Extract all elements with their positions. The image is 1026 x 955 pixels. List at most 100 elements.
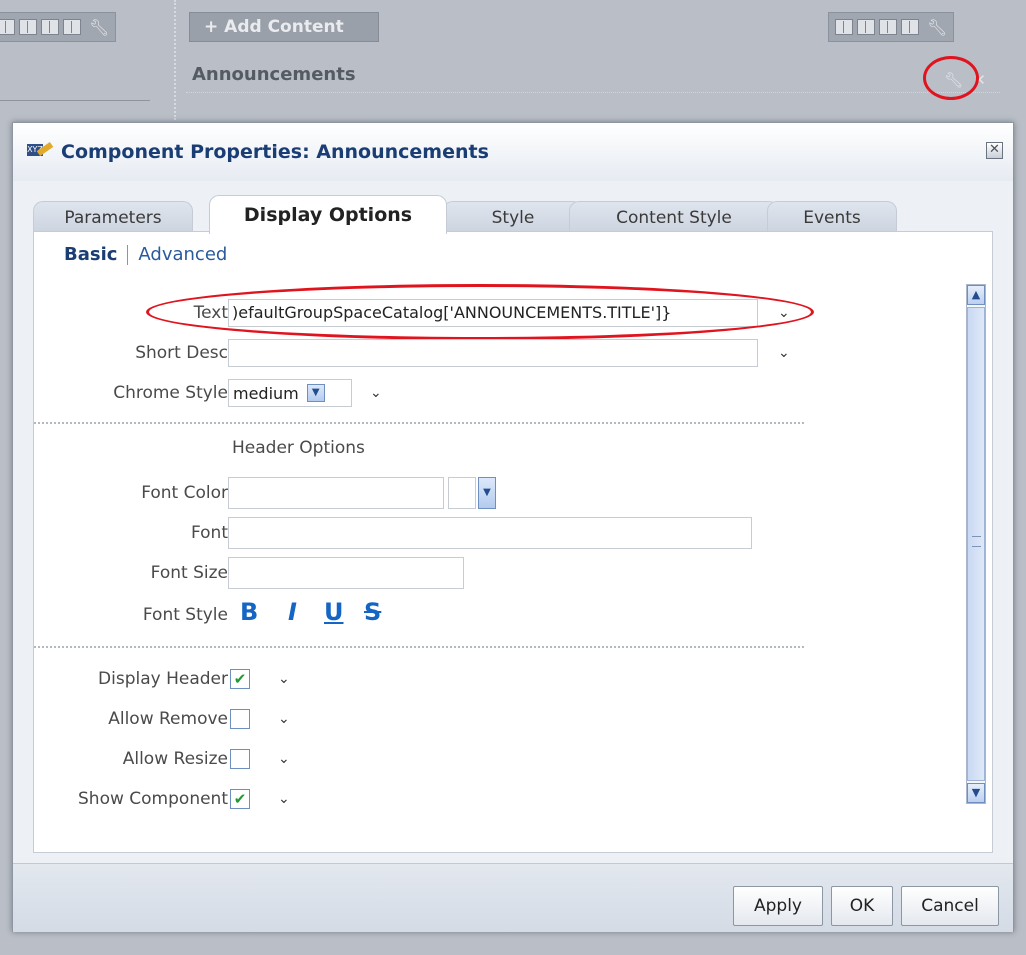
vertical-scrollbar[interactable]: ▲ ▼: [966, 284, 986, 804]
tab-style[interactable]: Style: [443, 201, 583, 233]
layout-three-column-icon[interactable]: [41, 19, 59, 35]
tab-events[interactable]: Events: [767, 201, 897, 233]
column-divider: [174, 0, 177, 120]
layout-one-column-icon[interactable]: [0, 19, 15, 35]
short-desc-input[interactable]: [228, 339, 758, 367]
font-style-label: Font Style: [142, 605, 228, 625]
layout-four-column-icon[interactable]: [901, 19, 919, 35]
chevron-down-icon[interactable]: ⌄: [278, 791, 290, 807]
show-component-label: Show Component: [78, 789, 228, 809]
font-color-dropdown-icon[interactable]: ▼: [478, 477, 496, 509]
font-color-row: Font Color ▼: [34, 477, 974, 509]
allow-resize-label: Allow Resize: [122, 749, 228, 769]
section-divider: [34, 422, 804, 424]
underline-button[interactable]: U: [324, 598, 344, 626]
chevron-down-icon[interactable]: ⌄: [278, 751, 290, 767]
font-color-swatch[interactable]: [448, 477, 476, 509]
font-color-label: Font Color: [141, 483, 228, 503]
component-properties-icon: XYZ: [27, 141, 54, 162]
scroll-up-icon[interactable]: ▲: [967, 285, 985, 305]
close-icon[interactable]: ✕: [973, 71, 986, 89]
tab-label: Style: [491, 207, 535, 228]
tab-parameters[interactable]: Parameters: [33, 201, 193, 233]
dropdown-arrow-icon[interactable]: ▼: [306, 384, 325, 402]
chrome-style-select[interactable]: medium ▼: [228, 379, 352, 407]
font-input[interactable]: [228, 517, 752, 549]
scroll-down-icon[interactable]: ▼: [967, 783, 985, 803]
ok-button[interactable]: OK: [831, 886, 893, 926]
tab-label: Display Options: [243, 204, 413, 226]
text-input[interactable]: )efaultGroupSpaceCatalog['ANNOUNCEMENTS.…: [228, 299, 758, 327]
add-content-label: + Add Content: [204, 17, 344, 37]
subtab-basic[interactable]: Basic: [64, 244, 117, 265]
font-size-label: Font Size: [150, 563, 228, 583]
panel-header-divider: [186, 92, 1000, 94]
layout-one-column-icon[interactable]: [835, 19, 853, 35]
add-content-button[interactable]: + Add Content: [189, 12, 379, 42]
allow-remove-checkbox[interactable]: [230, 709, 250, 729]
display-header-row: Display Header ✔ ⌄: [34, 664, 974, 694]
allow-resize-checkbox[interactable]: [230, 749, 250, 769]
chevron-down-icon[interactable]: ⌄: [778, 305, 790, 321]
font-color-input[interactable]: [228, 477, 444, 509]
chevron-down-icon[interactable]: ⌄: [278, 711, 290, 727]
layout-two-column-icon[interactable]: [19, 19, 37, 35]
wrench-icon[interactable]: 🔧︎: [927, 18, 947, 37]
text-label: Text: [193, 303, 228, 323]
bold-button[interactable]: B: [240, 598, 258, 626]
scrollbar-thumb[interactable]: [967, 307, 985, 781]
tab-display-options[interactable]: Display Options: [209, 195, 447, 234]
short-desc-label: Short Desc: [135, 343, 228, 363]
show-component-row: Show Component ✔ ⌄: [34, 784, 974, 814]
cancel-label: Cancel: [921, 896, 979, 916]
dialog-title: Component Properties: Announcements: [61, 141, 489, 163]
chevron-down-icon[interactable]: ⌄: [778, 345, 790, 361]
component-properties-dialog: XYZ Component Properties: Announcements …: [12, 122, 1014, 932]
allow-resize-row: Allow Resize ⌄: [34, 744, 974, 774]
grip-icon: [972, 536, 981, 547]
text-row: Text )efaultGroupSpaceCatalog['ANNOUNCEM…: [34, 298, 974, 328]
font-label: Font: [190, 523, 228, 543]
allow-remove-row: Allow Remove ⌄: [34, 704, 974, 734]
font-size-row: Font Size: [34, 557, 974, 589]
font-row: Font: [34, 517, 974, 549]
section-divider: [34, 646, 804, 648]
chevron-down-icon[interactable]: ⌄: [278, 671, 290, 687]
font-style-row: Font Style B I U S: [34, 598, 974, 630]
dialog-close-button[interactable]: ✕: [986, 142, 1003, 159]
tab-bar: Parameters Display Options Style Content…: [33, 195, 993, 234]
apply-label: Apply: [754, 896, 802, 916]
italic-button[interactable]: I: [288, 598, 297, 626]
right-layout-toolbar: 🔧︎: [828, 12, 955, 42]
layout-three-column-icon[interactable]: [879, 19, 897, 35]
ok-label: OK: [849, 896, 875, 916]
display-header-checkbox[interactable]: ✔: [230, 669, 250, 689]
cancel-button[interactable]: Cancel: [901, 886, 999, 926]
wrench-icon[interactable]: 🔧︎: [944, 71, 963, 89]
short-desc-row: Short Desc ⌄: [34, 338, 974, 368]
chevron-down-icon[interactable]: ⌄: [370, 385, 382, 401]
left-column-separator: [0, 100, 150, 101]
layout-two-column-icon[interactable]: [857, 19, 875, 35]
show-component-checkbox[interactable]: ✔: [230, 789, 250, 809]
font-size-input[interactable]: [228, 557, 464, 589]
tab-label: Events: [803, 207, 861, 228]
left-layout-toolbar: 🔧︎: [0, 12, 117, 42]
panel-actions: 🔧︎ ✕: [930, 66, 1000, 94]
strikethrough-button[interactable]: S: [364, 598, 381, 626]
panel-title: Announcements: [192, 64, 356, 85]
apply-button[interactable]: Apply: [733, 886, 823, 926]
chrome-style-label: Chrome Style: [113, 383, 228, 403]
subtab-separator: [127, 244, 129, 265]
dialog-title-bar: XYZ Component Properties: Announcements …: [13, 123, 1013, 181]
wrench-icon[interactable]: 🔧︎: [89, 18, 109, 37]
chrome-style-row: Chrome Style medium ▼ ⌄: [34, 378, 974, 408]
header-options-heading: Header Options: [232, 438, 365, 458]
subtab-advanced[interactable]: Advanced: [138, 244, 227, 265]
allow-remove-label: Allow Remove: [108, 709, 228, 729]
display-options-panel: Basic Advanced Text )efaultGroupSpaceCat…: [33, 231, 993, 853]
tab-content-style[interactable]: Content Style: [569, 201, 779, 233]
chrome-style-value: medium: [233, 383, 299, 403]
layout-four-column-icon[interactable]: [63, 19, 81, 35]
dialog-footer: Apply OK Cancel: [13, 863, 1013, 932]
